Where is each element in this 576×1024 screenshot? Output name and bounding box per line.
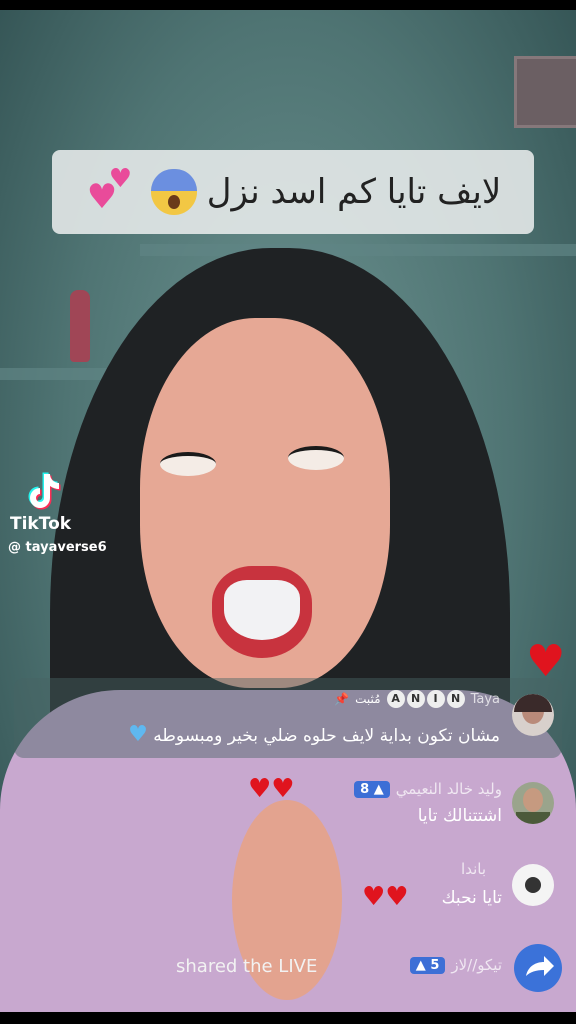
pinned-comment-header: Taya N I N A مُثبت 📌 — [334, 690, 500, 708]
background-picture-frame — [514, 56, 576, 128]
comment-username: Taya — [470, 691, 500, 707]
activity-username: تيكو//لاز — [451, 956, 502, 974]
avatar[interactable] — [512, 694, 554, 736]
caption-text: لايف تايا كم اسد نزل — [206, 172, 502, 212]
video-caption: لايف تايا كم اسد نزل ♥ ♥ — [52, 150, 534, 234]
avatar[interactable] — [512, 782, 554, 824]
background-vase — [70, 290, 90, 362]
level-number: 8 — [360, 781, 370, 797]
top-bar — [0, 0, 576, 10]
share-button[interactable] — [514, 944, 562, 992]
blue-heart-icon: ♥ — [128, 722, 148, 747]
fan-club-badge: N I N A — [386, 690, 465, 708]
tiktok-logo-icon — [28, 472, 61, 510]
person-eye-right — [288, 446, 344, 470]
comment-header: وليد خالد النعيمي ▲ 8 — [354, 780, 502, 798]
badge-letter: N — [406, 690, 425, 708]
person-teeth — [224, 580, 300, 640]
badge-letter: I — [426, 690, 445, 708]
person-eye-left — [160, 452, 216, 476]
comment-text: مشان تكون بداية لايف حلوه ضلي بخير ومبسو… — [153, 726, 500, 746]
pinned-label: مُثبت — [355, 692, 381, 706]
activity-header: تيكو//لاز 5 ▲ — [409, 956, 502, 974]
bottom-bar — [0, 1012, 576, 1024]
pinned-comment[interactable]: Taya N I N A مُثبت 📌 مشان تكون بداية لاي… — [14, 678, 562, 758]
level-badge: 5 ▲ — [409, 956, 446, 974]
comment-username: باندا — [461, 860, 486, 878]
comment-text: تايا نحبك — [441, 888, 502, 908]
level-badge: ▲ 8 — [354, 780, 390, 798]
comment-text: اشتتنالك تايا — [417, 806, 502, 826]
badge-letter: A — [386, 690, 405, 708]
live-stream-screen: لايف تايا كم اسد نزل ♥ ♥ TikTok @ tayave… — [0, 0, 576, 1024]
heart-icon: ♥♥ — [248, 774, 295, 804]
two-hearts-emoji-icon: ♥ ♥ — [86, 164, 133, 217]
creator-handle: @ tayaverse6 — [8, 540, 107, 555]
pin-icon: 📌 — [334, 692, 350, 706]
activity-text: shared the LIVE — [176, 956, 318, 977]
heart-icon: ♥♥ — [362, 882, 409, 912]
shocked-face-emoji-icon — [150, 169, 197, 215]
avatar[interactable] — [512, 864, 554, 906]
badge-letter: N — [446, 690, 465, 708]
comment-text-row: مشان تكون بداية لايف حلوه ضلي بخير ومبسو… — [128, 722, 500, 747]
level-number: 5 — [430, 957, 440, 973]
share-arrow-icon — [526, 956, 554, 976]
background-shelf — [140, 244, 576, 256]
tiktok-brand-label: TikTok — [10, 514, 72, 534]
comment-username: وليد خالد النعيمي — [395, 780, 502, 798]
